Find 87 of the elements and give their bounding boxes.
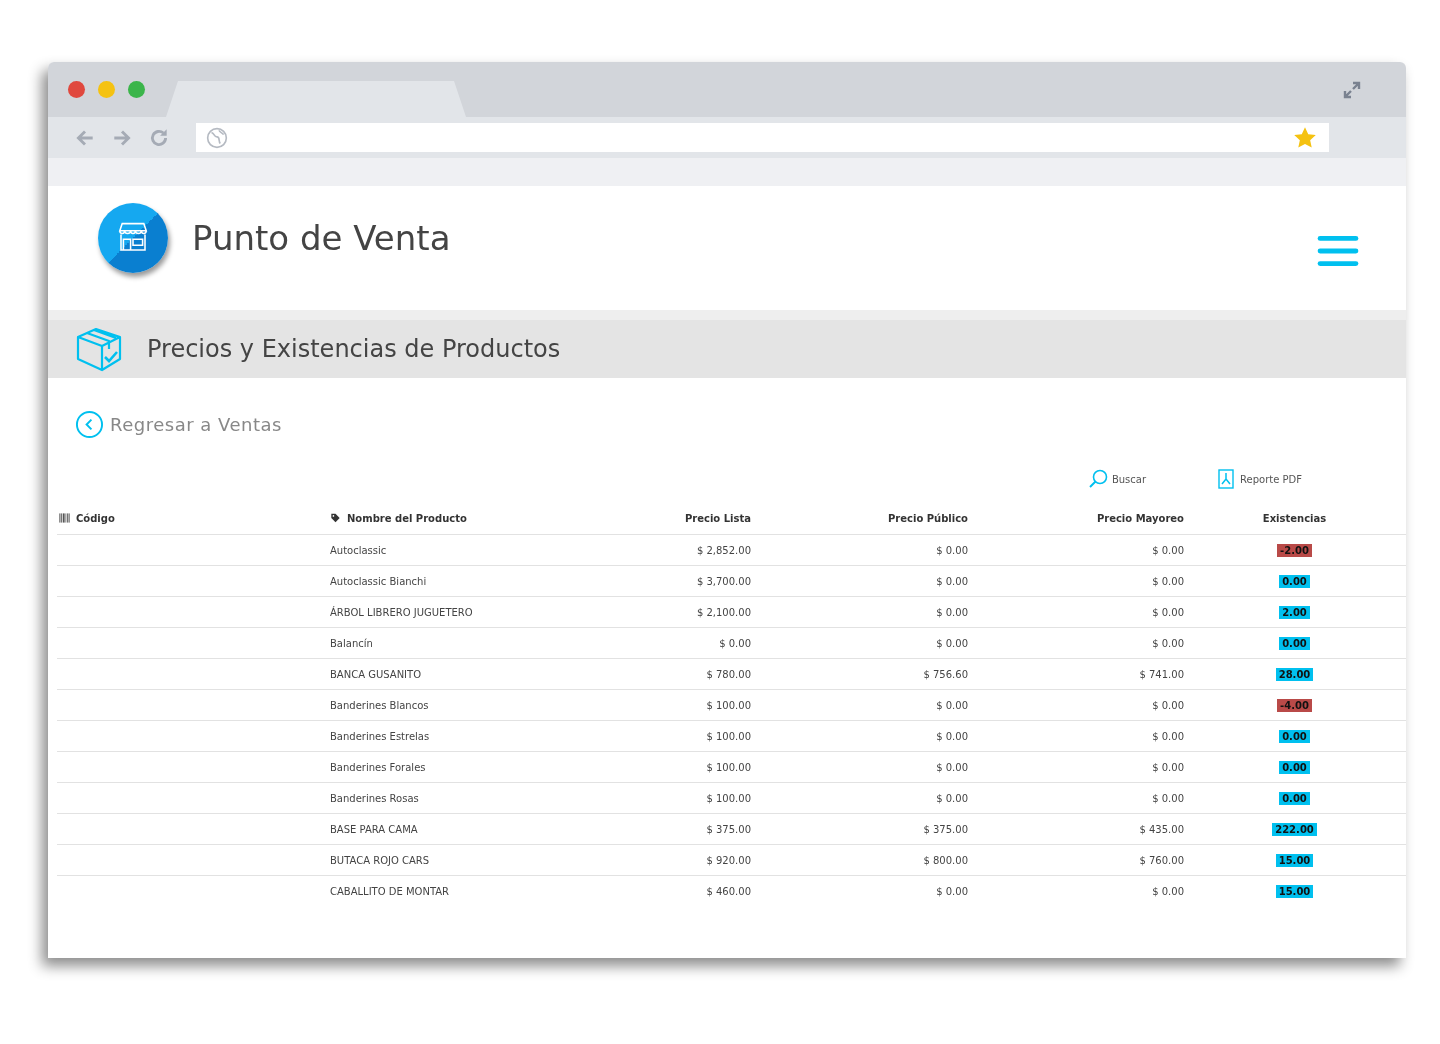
tag-icon	[330, 513, 341, 523]
back-link[interactable]: Regresar a Ventas	[75, 410, 282, 439]
section-title: Precios y Existencias de Productos	[147, 335, 561, 363]
stock-badge: 2.00	[1279, 605, 1310, 619]
product-name-cell-text: Autoclassic	[330, 544, 388, 556]
app-title: Punto de Venta	[192, 218, 451, 258]
column-label: Nombre del Producto	[347, 512, 467, 524]
stock-badge: 0.00	[1279, 791, 1310, 805]
product-name-cell-text: Balancín	[330, 637, 374, 649]
product-name-cell-text: Banderines Estrelas	[330, 730, 431, 742]
pdf-report-link[interactable]: Reporte PDF	[1216, 469, 1302, 489]
price-cell-text: $ 0.00	[935, 544, 968, 556]
menu-icon[interactable]	[1317, 235, 1359, 267]
price-cell-text: $ 2,100.00	[695, 606, 751, 618]
price-cell-text: $ 0.00	[935, 575, 968, 587]
product-name-cell-text: Banderines Forales	[330, 761, 427, 773]
price-cell-text: $ 800.00	[922, 854, 968, 866]
chevron-left-circle-icon	[75, 410, 104, 439]
price-cell-text: $ 3,700.00	[695, 575, 751, 587]
search-icon	[1087, 469, 1108, 489]
stock-badge: 15.00	[1275, 884, 1314, 898]
box-check-icon	[75, 325, 123, 373]
product-name-cell-text: BUTACA ROJO CARS	[330, 854, 431, 866]
stock-badge: 0.00	[1279, 636, 1310, 650]
price-cell-text: $ 100.00	[705, 699, 751, 711]
globe-icon	[206, 126, 228, 149]
minimize-window-icon[interactable]	[98, 80, 115, 98]
product-name-cell-text: Banderines Rosas	[330, 792, 420, 804]
price-cell-text: $ 435.00	[1138, 823, 1184, 835]
product-name-cell-text: ÁRBOL LIBRERO JUGUETERO	[330, 606, 474, 618]
price-cell-text: $ 0.00	[1151, 730, 1184, 742]
price-cell-text: $ 460.00	[705, 885, 751, 897]
price-cell-text: $ 375.00	[705, 823, 751, 835]
price-cell-text: $ 0.00	[1151, 575, 1184, 587]
product-name-cell-text: BASE PARA CAMA	[330, 823, 419, 835]
price-cell-text: $ 0.00	[935, 606, 968, 618]
price-cell-text: $ 100.00	[705, 730, 751, 742]
stock-badge: -4.00	[1277, 698, 1312, 712]
price-cell-text: $ 0.00	[935, 885, 968, 897]
barcode-icon	[59, 513, 70, 523]
close-window-icon[interactable]	[68, 80, 85, 98]
stock-badge: 15.00	[1275, 853, 1314, 867]
column-label: Precio Lista	[684, 512, 751, 524]
stock-badge: 28.00	[1275, 667, 1314, 681]
price-cell-text: $ 0.00	[1151, 792, 1184, 804]
price-cell-text: $ 756.60	[922, 668, 968, 680]
stock-badge: 0.00	[1279, 760, 1310, 774]
price-cell-text: $ 0.00	[1151, 606, 1184, 618]
price-cell-text: $ 0.00	[935, 699, 968, 711]
stock-badge: 222.00	[1272, 822, 1317, 836]
price-cell-text: $ 0.00	[1151, 637, 1184, 649]
column-label: Precio Público	[888, 512, 968, 524]
price-cell-text: $ 0.00	[1151, 544, 1184, 556]
product-name-cell-text: CABALLITO DE MONTAR	[330, 885, 451, 897]
price-cell-text: $ 100.00	[705, 792, 751, 804]
price-cell-text: $ 920.00	[705, 854, 751, 866]
price-cell-text: $ 0.00	[935, 637, 968, 649]
price-cell-text: $ 0.00	[935, 730, 968, 742]
price-cell-text: $ 0.00	[1151, 761, 1184, 773]
bookmark-star-icon[interactable]	[1293, 125, 1317, 150]
price-cell-text: $ 780.00	[705, 668, 751, 680]
expand-icon[interactable]	[1342, 80, 1362, 100]
product-name-cell-text: Banderines Blancos	[330, 699, 430, 711]
price-cell-text: $ 760.00	[1138, 854, 1184, 866]
column-label: Código	[76, 512, 115, 524]
reload-icon[interactable]	[148, 126, 170, 149]
price-cell-text: $ 0.00	[1151, 885, 1184, 897]
price-cell-text: $ 0.00	[935, 761, 968, 773]
stock-badge: 0.00	[1279, 729, 1310, 743]
product-name-cell-text: BANCA GUSANITO	[330, 668, 423, 680]
price-cell-text: $ 0.00	[935, 792, 968, 804]
price-cell-text: $ 0.00	[1151, 699, 1184, 711]
price-cell-text: $ 100.00	[705, 761, 751, 773]
price-cell-text: $ 0.00	[718, 637, 751, 649]
column-label: Precio Mayoreo	[1096, 512, 1184, 524]
maximize-window-icon[interactable]	[128, 80, 145, 98]
stock-badge: -2.00	[1277, 543, 1312, 557]
address-bar[interactable]	[196, 123, 1329, 152]
pdf-document-icon	[1216, 469, 1237, 489]
product-name-cell-text: Autoclassic Bianchi	[330, 575, 428, 587]
column-label: Existencias	[1262, 512, 1327, 524]
search-link[interactable]: Buscar	[1087, 469, 1147, 489]
store-logo-icon	[98, 203, 168, 273]
price-cell-text: $ 375.00	[922, 823, 968, 835]
price-cell-text: $ 2,852.00	[695, 544, 751, 556]
price-cell-text: $ 741.00	[1138, 668, 1184, 680]
stock-badge: 0.00	[1279, 574, 1310, 588]
